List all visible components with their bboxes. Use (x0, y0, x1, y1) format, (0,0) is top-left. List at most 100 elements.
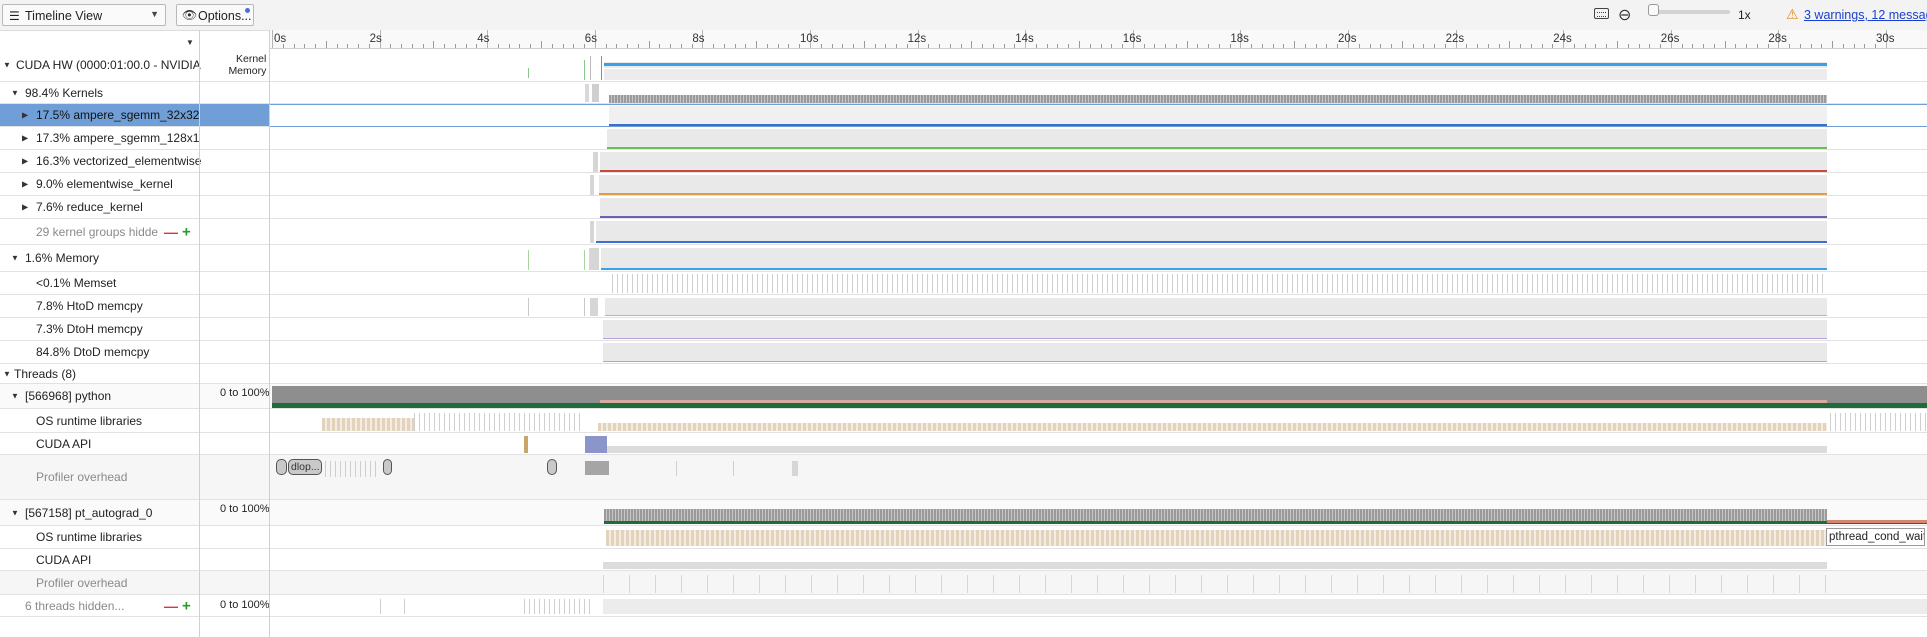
ruler-minor-tick (616, 44, 618, 48)
kernel-memory-header: Kernel Memory (226, 53, 266, 77)
python-thread-state-bar[interactable] (272, 403, 1927, 408)
ruler-tick-label: 18s (1230, 33, 1249, 45)
collapse-icon[interactable]: ▶ (22, 157, 28, 166)
ruler-minor-tick (347, 44, 349, 48)
memory-early (589, 248, 599, 270)
row-label: CUDA HW (0000:01:00.0 - NVIDIA (16, 58, 201, 72)
dlopen-event[interactable]: dlop... (288, 459, 322, 475)
row-label: 17.5% ampere_sgemm_32x32 (36, 108, 200, 122)
ruler-minor-tick (530, 44, 532, 48)
ruler-minor-tick (541, 41, 542, 48)
ruler-minor-tick (896, 44, 898, 48)
dtoh-bar[interactable] (603, 338, 1827, 339)
autograd-thread-wait-bar (1827, 520, 1927, 523)
ruler-minor-tick (637, 44, 639, 48)
row-label: [566968] python (25, 389, 112, 403)
row-label: Threads (8) (14, 366, 77, 381)
cuda-hw-kernel-bar[interactable] (604, 63, 1827, 66)
row-label: OS runtime libraries (36, 530, 143, 544)
autograd-thread-state-bar[interactable] (604, 521, 1927, 524)
show-plus-icon[interactable]: + (182, 597, 191, 614)
ruler-minor-tick (1541, 44, 1543, 48)
hidden-thread-ticks (524, 599, 592, 614)
hidden-thread-spike (404, 599, 405, 614)
profiler-spike (733, 461, 734, 476)
autograd-thread-utilization[interactable] (604, 509, 1827, 521)
memset-ticks[interactable] (612, 274, 1827, 293)
ruler-minor-tick (454, 44, 456, 48)
ruler-minor-tick (842, 44, 844, 48)
ruler-minor-tick (1326, 44, 1328, 48)
expand-icon[interactable]: ▼ (3, 369, 11, 378)
hide-minus-icon[interactable]: — (164, 224, 178, 240)
collapse-icon[interactable]: ▶ (22, 134, 28, 143)
eye-icon: 👁 (182, 8, 198, 22)
zoom-out-icon[interactable]: ⊖ (1618, 5, 1631, 25)
zoom-slider-track[interactable] (1648, 10, 1730, 14)
ruler-minor-tick (928, 44, 930, 48)
ruler-minor-tick (1649, 44, 1651, 48)
memory-bar[interactable] (601, 268, 1827, 270)
row-threads[interactable]: ▼ Threads (8) (0, 364, 1927, 384)
ruler-minor-tick (1315, 44, 1317, 48)
view-select[interactable]: ☰ Timeline View ▼ (2, 4, 166, 26)
kernel-bar-reduce[interactable] (600, 216, 1827, 218)
kernel-groups-bar[interactable] (596, 241, 1827, 243)
time-ruler[interactable]: 0s 2s 4s 6s 8s 10s 12s 14s 16s 18s 20s 22s 24s 26s 28s… (270, 30, 1927, 49)
zoom-slider-thumb[interactable] (1648, 4, 1659, 16)
collapse-icon[interactable]: ▶ (22, 180, 28, 189)
profiler-overhead-event[interactable] (383, 459, 392, 475)
ruler-minor-tick (401, 44, 403, 48)
ruler-minor-tick (508, 44, 510, 48)
expand-icon[interactable]: ▼ (3, 61, 11, 70)
ruler-tick-label: 6s (584, 33, 597, 45)
kernels-activity[interactable] (609, 95, 1827, 103)
profiler-overhead-event[interactable] (547, 459, 557, 475)
ruler-minor-tick (336, 44, 338, 48)
ruler-minor-tick (960, 44, 962, 48)
kernel-bar-vectorized-elementwise[interactable] (600, 170, 1827, 172)
python-cuda-api-call[interactable] (524, 436, 528, 453)
python-os-runtime-ticks (1830, 413, 1926, 431)
kernel-bar-elementwise[interactable] (599, 193, 1827, 195)
dtod-bar[interactable] (603, 361, 1827, 362)
kernel-bar-ampere-sgemm-128x1[interactable] (607, 147, 1827, 149)
ruler-minor-tick (1391, 44, 1393, 48)
ruler-minor-tick (293, 44, 295, 48)
activity-spike (528, 68, 529, 78)
ruler-minor-tick (1089, 44, 1091, 48)
options-button[interactable]: 👁 Options... (176, 4, 254, 26)
expand-icon[interactable]: ▼ (11, 508, 19, 517)
expand-icon[interactable]: ▼ (11, 254, 19, 263)
ruler-minor-tick (992, 44, 994, 48)
memory-spike (584, 250, 585, 270)
python-os-runtime-calls[interactable] (598, 423, 1827, 431)
ruler-minor-tick (1638, 44, 1640, 48)
ruler-minor-tick (659, 44, 661, 48)
show-plus-icon[interactable]: + (182, 223, 191, 240)
warnings-link[interactable]: 3 warnings, 12 messag (1804, 8, 1927, 22)
column-divider[interactable] (199, 30, 200, 637)
expand-icon[interactable]: ▼ (11, 88, 19, 97)
ruler-minor-tick (982, 44, 984, 48)
ruler-tick-label: 30s (1876, 33, 1895, 45)
ruler-minor-tick (1111, 44, 1113, 48)
ruler-minor-tick (1369, 44, 1371, 48)
collapse-icon[interactable]: ▶ (22, 203, 28, 212)
autograd-os-runtime-calls[interactable] (606, 530, 1827, 546)
expand-icon[interactable]: ▼ (11, 392, 19, 401)
profiler-overhead-event[interactable] (276, 459, 287, 475)
thread-scale: 0 to 100% (220, 599, 270, 611)
keyboard-icon[interactable] (1594, 8, 1609, 19)
collapse-icon[interactable]: ▶ (22, 111, 28, 120)
python-cuda-api-call[interactable] (585, 436, 607, 453)
row-label: 7.3% DtoH memcpy (36, 322, 143, 336)
htod-bar[interactable] (605, 315, 1827, 316)
row-label: Profiler overhead (36, 470, 128, 484)
ruler-minor-tick (1423, 44, 1425, 48)
python-os-runtime-calls[interactable] (322, 418, 414, 431)
ruler-minor-tick (1186, 41, 1188, 48)
hide-minus-icon[interactable]: — (164, 598, 178, 614)
ruler-minor-tick (1789, 44, 1791, 48)
tree-options-chevron-icon[interactable]: ▼ (186, 38, 194, 47)
